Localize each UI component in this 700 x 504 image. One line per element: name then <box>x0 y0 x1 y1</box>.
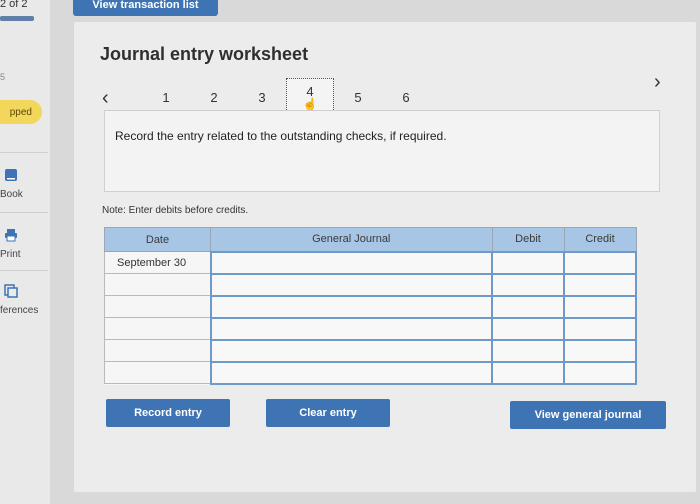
view-general-journal-button[interactable]: View general journal <box>510 401 666 429</box>
header-general-journal: General Journal <box>210 227 493 252</box>
print-label: Print <box>0 249 21 260</box>
step-3[interactable]: 3 <box>238 86 286 108</box>
rail-number: 5 <box>0 72 6 82</box>
skipped-badge[interactable]: pped <box>0 100 42 124</box>
credit-input[interactable] <box>563 272 637 297</box>
table-row <box>104 294 637 319</box>
header-debit: Debit <box>491 227 565 252</box>
progress-text: 2 of 2 <box>0 0 28 10</box>
instruction-box: Record the entry related to the outstand… <box>104 110 660 192</box>
references-tool[interactable]: ferences <box>0 284 48 318</box>
debit-input[interactable] <box>491 272 565 297</box>
debit-input[interactable] <box>491 250 565 275</box>
ebook-tool[interactable]: Book <box>0 168 48 202</box>
date-cell <box>104 295 211 318</box>
debit-input[interactable] <box>491 316 565 341</box>
print-tool[interactable]: Print <box>0 228 48 262</box>
step-1[interactable]: 1 <box>142 86 190 108</box>
rail-divider <box>0 212 48 213</box>
debit-input[interactable] <box>491 360 565 385</box>
credit-input[interactable] <box>563 294 637 319</box>
journal-table: Date General Journal Debit Credit Septem… <box>104 227 637 385</box>
journal-account-input[interactable] <box>209 250 493 275</box>
record-entry-button[interactable]: Record entry <box>106 399 230 427</box>
book-icon <box>5 169 17 181</box>
credit-input[interactable] <box>563 316 637 341</box>
hand-cursor-icon: ☝ <box>302 96 318 111</box>
rail-divider <box>0 270 48 271</box>
debit-input[interactable] <box>491 338 565 363</box>
journal-account-input[interactable] <box>209 360 493 385</box>
header-credit: Credit <box>563 227 637 252</box>
references-label: ferences <box>0 305 39 316</box>
table-row <box>104 316 637 341</box>
header-date: Date <box>104 227 211 252</box>
chevron-right-icon[interactable]: › <box>654 72 661 92</box>
chevron-left-icon[interactable]: ‹ <box>102 88 109 108</box>
print-icon <box>5 229 17 242</box>
progress-bar <box>0 16 34 21</box>
rail-divider <box>0 152 48 153</box>
references-icon <box>4 284 18 298</box>
journal-account-input[interactable] <box>209 316 493 341</box>
table-row <box>104 338 637 363</box>
left-rail: 2 of 2 5 pped Book Print ferences <box>0 0 50 504</box>
ebook-label: Book <box>0 189 23 200</box>
credit-input[interactable] <box>563 360 637 385</box>
credit-input[interactable] <box>563 250 637 275</box>
step-5[interactable]: 5 <box>334 86 382 108</box>
note-text: Note: Enter debits before credits. <box>102 205 249 216</box>
progress-fill <box>0 16 34 21</box>
table-row: September 30 <box>104 250 637 275</box>
credit-input[interactable] <box>563 338 637 363</box>
table-row <box>104 272 637 297</box>
debit-input[interactable] <box>491 294 565 319</box>
view-transaction-list-button[interactable]: View transaction list <box>73 0 218 16</box>
journal-account-input[interactable] <box>209 338 493 363</box>
date-cell <box>104 339 211 362</box>
date-cell <box>104 361 211 384</box>
date-cell <box>104 317 211 340</box>
journal-account-input[interactable] <box>209 294 493 319</box>
worksheet-panel: Journal entry worksheet ‹ 1 2 3 4 ☝ 5 6 … <box>74 22 696 492</box>
worksheet-title: Journal entry worksheet <box>100 44 309 64</box>
table-row <box>104 360 637 385</box>
date-cell <box>104 273 211 296</box>
skipped-label: pped <box>9 106 32 118</box>
step-2[interactable]: 2 <box>190 86 238 108</box>
journal-account-input[interactable] <box>209 272 493 297</box>
instruction-text: Record the entry related to the outstand… <box>115 129 447 143</box>
clear-entry-button[interactable]: Clear entry <box>266 399 390 427</box>
step-6[interactable]: 6 <box>382 86 430 108</box>
date-cell: September 30 <box>104 251 211 274</box>
